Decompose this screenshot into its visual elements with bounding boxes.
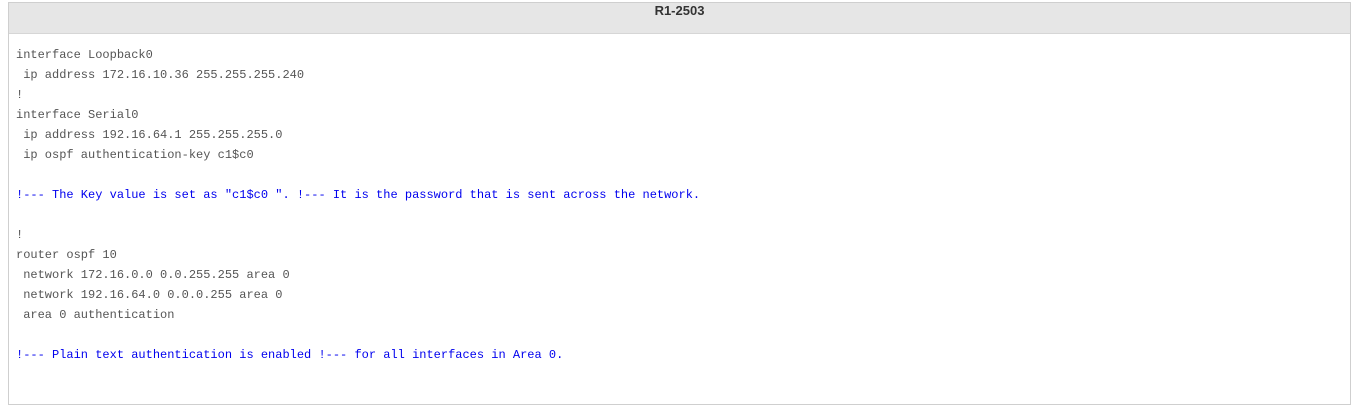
code-line: area 0 authentication <box>16 308 175 322</box>
code-line: ip address 192.16.64.1 255.255.255.0 <box>16 128 283 142</box>
code-line: interface Serial0 <box>16 108 139 122</box>
code-line: router ospf 10 <box>16 248 117 262</box>
code-line: ! <box>16 88 24 102</box>
code-line: ! <box>16 228 24 242</box>
code-line: ip ospf authentication-key c1$c0 <box>16 148 254 162</box>
config-code-block: interface Loopback0 ip address 172.16.10… <box>16 45 700 365</box>
code-line: ip address 172.16.10.36 255.255.255.240 <box>16 68 305 82</box>
panel-title: R1-2503 <box>9 3 1350 34</box>
comment-line: !--- Plain text authentication is enable… <box>16 348 564 362</box>
config-panel: R1-2503 interface Loopback0 ip address 1… <box>8 2 1351 405</box>
code-line: interface Loopback0 <box>16 48 153 62</box>
code-line: network 172.16.0.0 0.0.255.255 area 0 <box>16 268 290 282</box>
code-line: network 192.16.64.0 0.0.0.255 area 0 <box>16 288 283 302</box>
comment-line: !--- The Key value is set as "c1$c0 ". !… <box>16 188 701 202</box>
